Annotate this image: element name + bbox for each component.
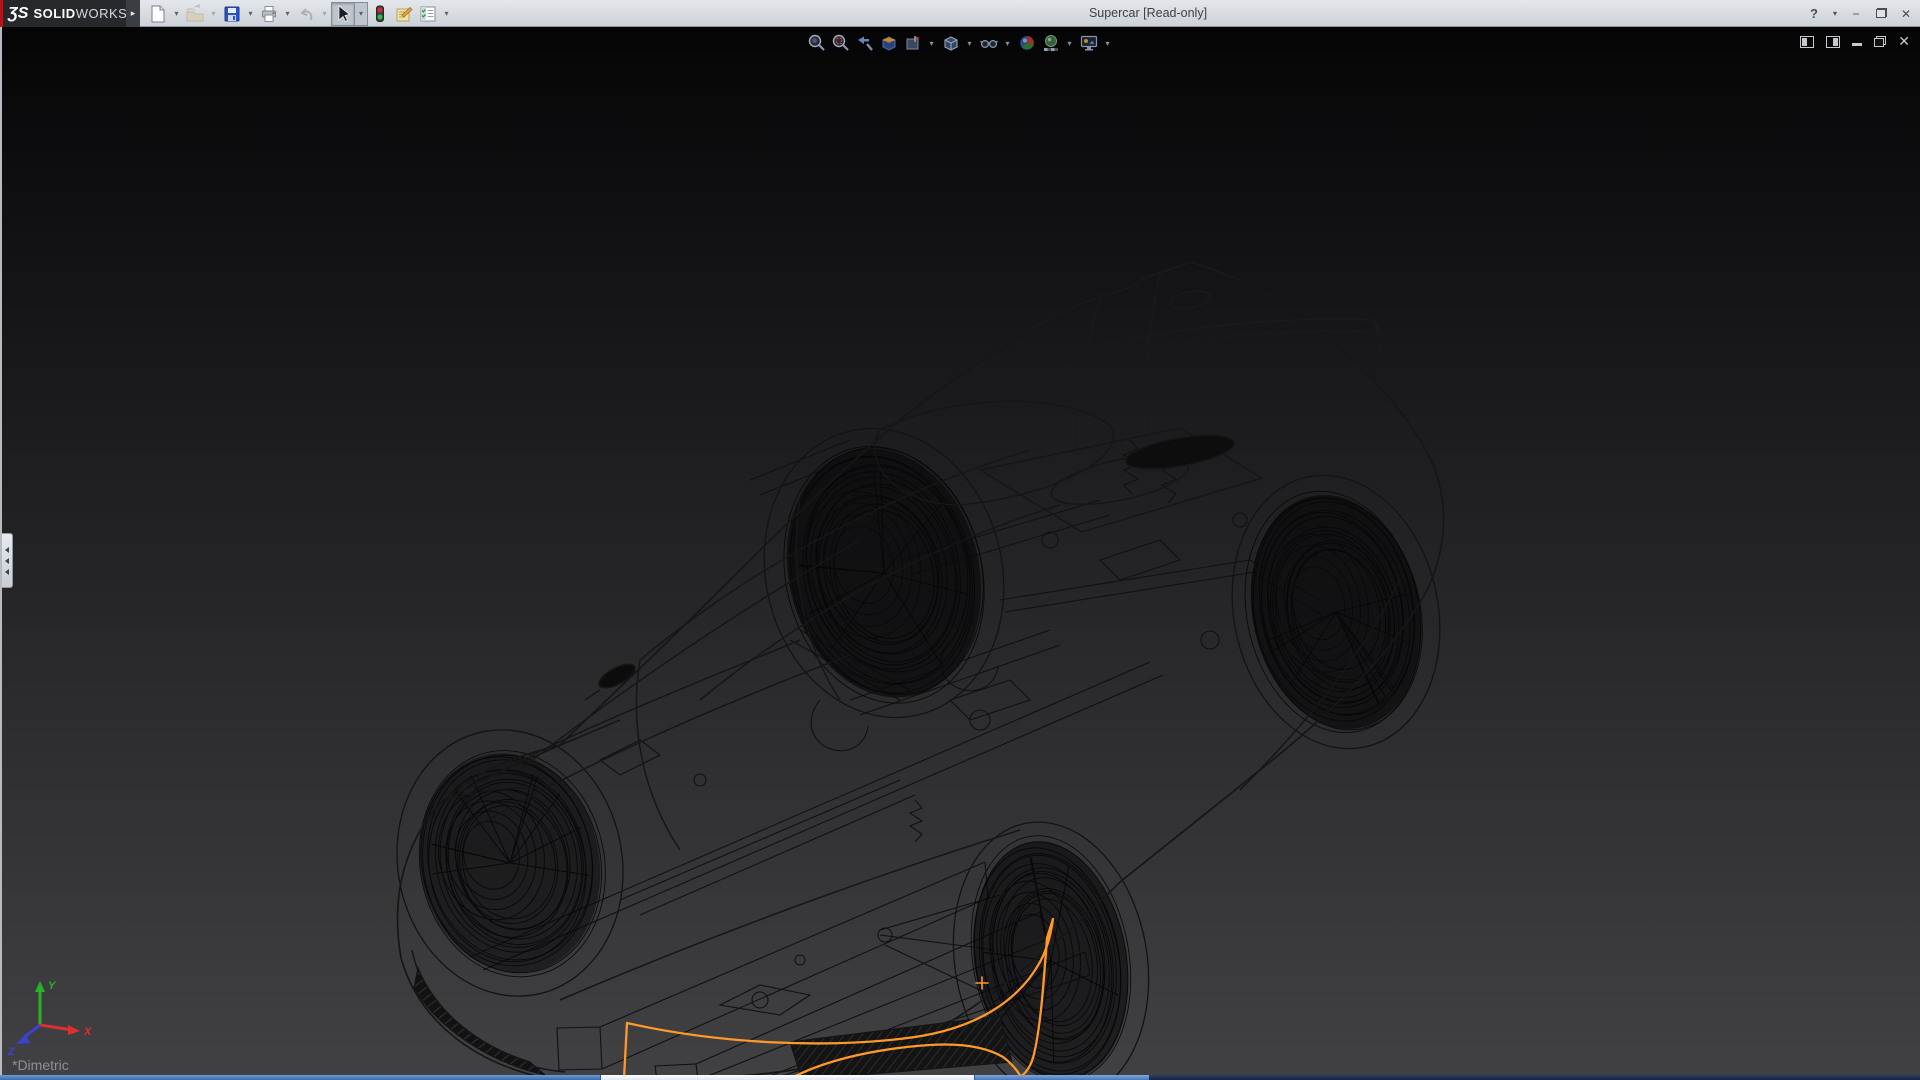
front-splitter-grille — [414, 968, 545, 1075]
feature-panel-collapse-tab[interactable] — [2, 533, 13, 588]
taskbar-active-window-button[interactable] — [600, 1075, 975, 1080]
wheel-front-left — [399, 733, 626, 994]
view-orientation-label: *Dimetric — [12, 1057, 69, 1073]
annotation-views-icon[interactable] — [902, 33, 923, 54]
open-document-button[interactable] — [183, 2, 207, 26]
undo-dropdown[interactable]: ▾ — [318, 2, 331, 26]
section-view-icon[interactable] — [878, 33, 899, 54]
main-toolbar: ▾ ▾ ▾ ▾ ▾ ▾ — [146, 0, 453, 27]
app-close-button[interactable]: ✕ — [1898, 7, 1914, 21]
document-restore-button[interactable] — [1874, 36, 1886, 47]
collapse-left-icon — [5, 547, 9, 553]
logo-text-bold: SOLID — [33, 6, 75, 21]
y-axis-arrow — [35, 981, 45, 992]
document-close-button[interactable]: ✕ — [1898, 33, 1910, 50]
screen-edge-marker — [0, 0, 3, 27]
select-dropdown[interactable]: ▾ — [355, 2, 368, 26]
logo-text-light: WORKS — [76, 6, 128, 21]
zoom-to-area-icon[interactable] — [830, 33, 851, 54]
zoom-to-fit-icon[interactable] — [806, 33, 827, 54]
taskbar-segment[interactable] — [975, 1075, 1149, 1080]
wheel-rear-right — [1223, 474, 1443, 749]
app-minimize-button[interactable]: − — [1848, 7, 1864, 21]
app-window-controls: ? ▾ − ✕ — [1806, 0, 1914, 27]
reference-triad: Y X Z — [6, 975, 116, 1060]
solidworks-logo-glyph: ƷS — [8, 5, 28, 23]
os-taskbar-edge[interactable] — [0, 1075, 1920, 1080]
apply-scene-dropdown[interactable]: ▾ — [1064, 39, 1075, 48]
display-style-icon[interactable] — [978, 33, 999, 54]
edit-appearance-icon[interactable] — [1016, 33, 1037, 54]
wireframe-car-canvas[interactable] — [0, 0, 1920, 1080]
y-axis-label: Y — [48, 980, 57, 992]
view-settings-icon[interactable] — [1078, 33, 1099, 54]
taskbar-segment[interactable] — [0, 1075, 600, 1080]
save-button[interactable] — [220, 2, 244, 26]
previous-view-icon[interactable] — [854, 33, 875, 54]
save-dropdown[interactable]: ▾ — [244, 2, 257, 26]
options-checklist-button[interactable] — [416, 2, 440, 26]
rebuild-traffic-light-button[interactable] — [368, 2, 392, 26]
select-button[interactable] — [331, 2, 355, 26]
design-binder-note-button[interactable] — [392, 2, 416, 26]
apply-scene-icon[interactable] — [1040, 33, 1061, 54]
view-orientation-dropdown[interactable]: ▾ — [964, 39, 975, 48]
panel-toggle-left-icon[interactable] — [1800, 36, 1814, 48]
display-style-dropdown[interactable]: ▾ — [1002, 39, 1013, 48]
solidworks-window: ▾ ▾ ▾ ▾ ▾ ✕ — [0, 0, 1920, 1080]
collapse-left-icon — [5, 558, 9, 564]
x-axis-arrow — [68, 1025, 80, 1035]
help-dropdown[interactable]: ▾ — [1831, 9, 1839, 18]
menu-expand-button[interactable]: ▸ — [126, 0, 140, 27]
document-window-controls: ✕ — [1800, 33, 1910, 50]
view-settings-dropdown[interactable]: ▾ — [1102, 39, 1113, 48]
print-button[interactable] — [257, 2, 281, 26]
solidworks-logo: ƷS SOLIDWORKS — [0, 0, 126, 27]
help-button[interactable]: ? — [1806, 6, 1822, 21]
document-title: Supercar [Read-only] — [1058, 0, 1238, 27]
app-restore-button[interactable] — [1873, 7, 1889, 21]
x-axis-label: X — [83, 1026, 92, 1038]
print-dropdown[interactable]: ▾ — [281, 2, 294, 26]
rear-wing-wireframe — [1030, 262, 1382, 455]
undo-button[interactable] — [294, 2, 318, 26]
document-minimize-button[interactable] — [1852, 37, 1862, 46]
view-orientation-icon[interactable] — [940, 33, 961, 54]
title-bar: ƷS SOLIDWORKS ▸ ▾ ▾ ▾ ▾ ▾ — [0, 0, 1920, 27]
options-dropdown[interactable]: ▾ — [440, 2, 453, 26]
panel-toggle-right-icon[interactable] — [1826, 36, 1840, 48]
annotation-views-dropdown[interactable]: ▾ — [926, 39, 937, 48]
taskbar-segment — [1149, 1075, 1920, 1080]
new-document-dropdown[interactable]: ▾ — [170, 2, 183, 26]
open-document-dropdown[interactable]: ▾ — [207, 2, 220, 26]
headsup-view-toolbar: ▾ ▾ ▾ ▾ ▾ — [806, 31, 1113, 55]
collapse-left-icon — [5, 569, 9, 575]
new-document-button[interactable] — [146, 2, 170, 26]
